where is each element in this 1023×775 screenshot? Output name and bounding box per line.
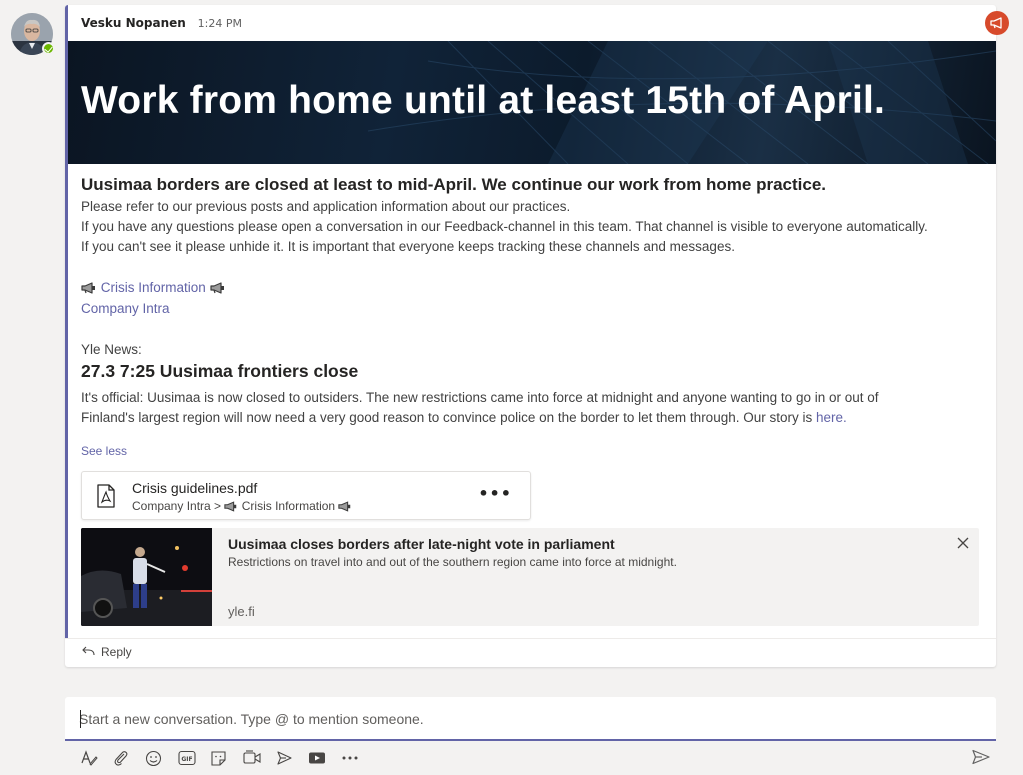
video-icon[interactable] [308,748,341,768]
gif-icon[interactable]: GIF [178,748,211,768]
more-icon[interactable] [341,748,374,768]
link-preview-thumbnail [81,528,212,626]
sticker-icon[interactable] [210,748,243,768]
post-time: 1:24 PM [197,17,242,30]
banner-title: Work from home until at least 15th of Ap… [81,79,886,122]
emoji-icon[interactable] [145,748,178,768]
news-line: Finland's largest region will now need a… [81,408,847,429]
composer-toolbar: GIF [80,748,373,768]
reply-button[interactable]: Reply [81,645,132,659]
news-line: It's official: Uusimaa is now closed to … [81,390,879,405]
channel-post: Vesku Nopanen 1:24 PM Work from home unt… [65,5,1009,667]
link-preview-title[interactable]: Uusimaa closes borders after late-night … [228,536,615,552]
svg-text:GIF: GIF [181,756,192,763]
reply-label: Reply [101,645,132,659]
path-separator: > [214,499,222,513]
link-preview-card[interactable]: Uusimaa closes borders after late-night … [81,528,979,626]
megaphone-icon [81,280,97,301]
meet-now-icon[interactable] [243,748,276,768]
stream-icon[interactable] [276,748,309,768]
post-subject: Uusimaa borders are closed at least to m… [81,175,827,194]
file-name: Crisis guidelines.pdf [132,480,258,496]
announcement-banner: Work from home until at least 15th of Ap… [68,41,996,164]
text-caret [80,710,81,728]
body-line: If you can't see it please unhide it. It… [81,239,735,254]
news-line-text: Finland's largest region will now need a… [81,410,816,425]
body-line: Please refer to our previous posts and a… [81,199,571,214]
see-less-button[interactable]: See less [81,444,127,458]
file-path: Company Intra > Crisis Information [132,499,352,515]
link-preview-description: Restrictions on travel into and out of t… [228,555,677,569]
body-line: If you have any questions please open a … [81,219,928,234]
attach-icon[interactable] [113,748,146,768]
format-icon[interactable] [80,748,113,768]
send-icon[interactable] [972,749,990,769]
close-icon[interactable] [956,535,970,554]
file-more-options-button[interactable]: ••• [478,484,512,503]
megaphone-icon [224,501,238,515]
file-path-channel: Crisis Information [241,499,336,513]
new-conversation-composer[interactable] [65,697,996,741]
presence-available-icon [42,42,55,55]
pdf-file-icon [96,484,116,512]
news-title: 27.3 7:25 Uusimaa frontiers close [81,361,359,381]
megaphone-icon [209,280,226,301]
author-name[interactable]: Vesku Nopanen [81,16,186,30]
file-path-root: Company Intra [132,499,211,513]
crisis-information-link[interactable]: Crisis Information [101,280,206,295]
link-preview-domain: yle.fi [228,604,255,619]
file-attachment-card[interactable]: Crisis guidelines.pdf Company Intra > Cr… [81,471,531,520]
new-conversation-input[interactable] [79,707,959,731]
crisis-information-link-row: Crisis Information [81,278,226,301]
story-here-link[interactable]: here. [816,410,847,425]
company-intra-link[interactable]: Company Intra [81,299,170,320]
reply-arrow-icon [81,645,95,659]
announcement-megaphone-icon [985,11,1009,35]
megaphone-icon [338,501,352,515]
post-header: Vesku Nopanen 1:24 PM [81,16,242,30]
news-label: Yle News: [81,342,142,357]
reply-divider [65,638,996,639]
